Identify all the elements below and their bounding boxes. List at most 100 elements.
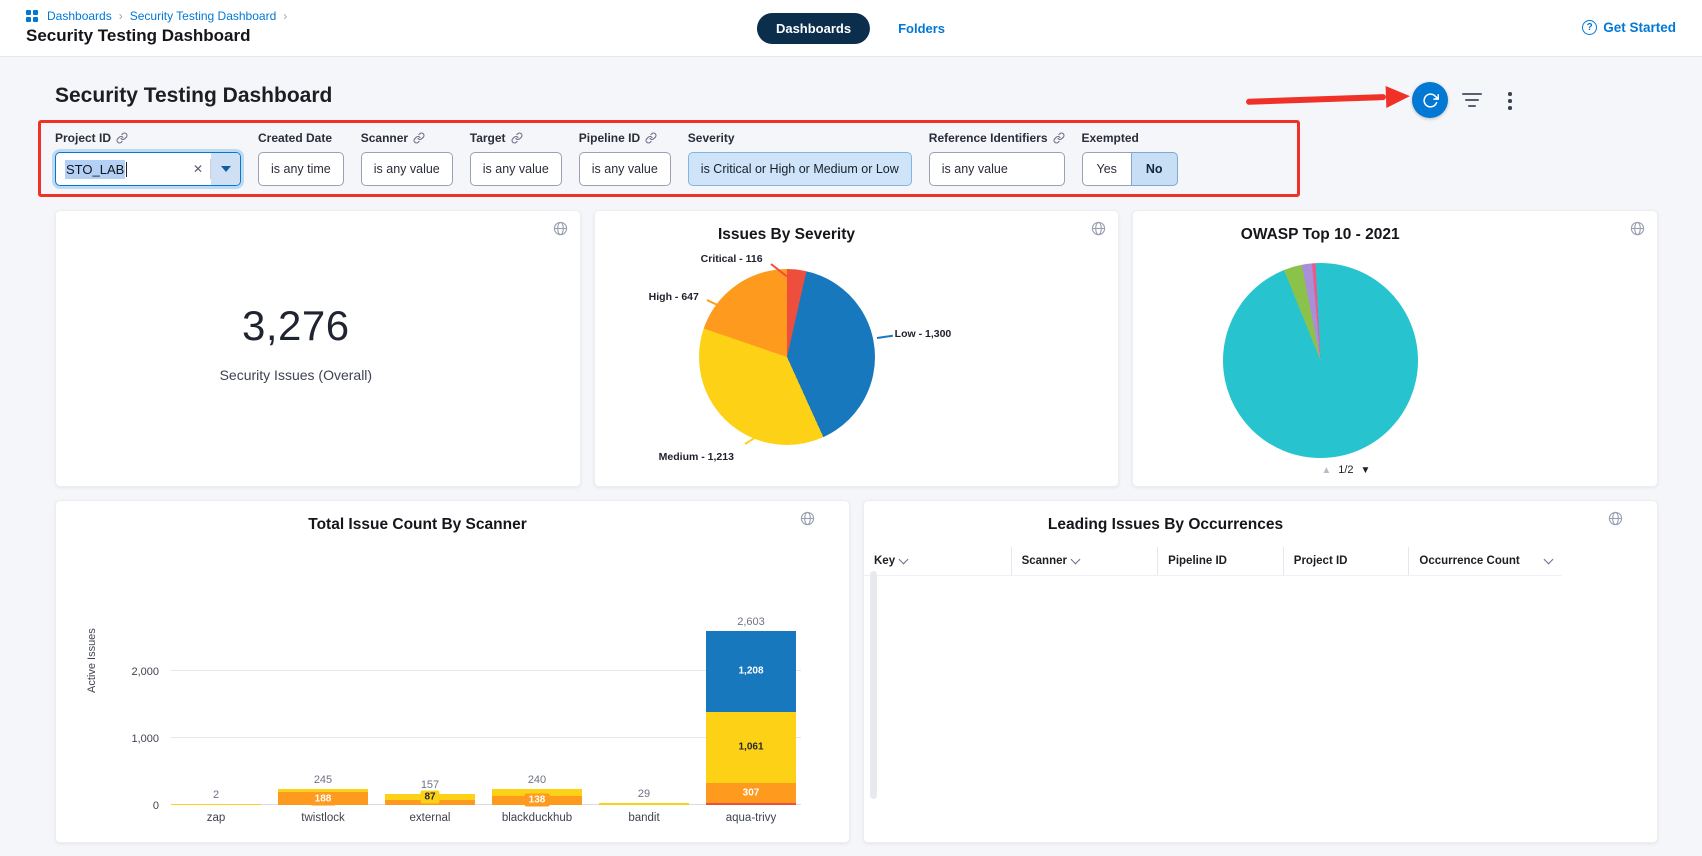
page-title: Security Testing Dashboard <box>55 84 332 108</box>
exempted-no-button[interactable]: No <box>1131 152 1178 186</box>
bar-stack <box>171 804 261 805</box>
project-id-value[interactable]: STO_LAB <box>56 160 186 179</box>
link-icon <box>116 132 128 144</box>
y-tick-label: 2,000 <box>131 666 159 678</box>
link-icon <box>511 132 523 144</box>
bar-twistlock[interactable]: 245188twistlock <box>278 774 368 805</box>
bar-segment-high[interactable]: 307 <box>706 783 796 804</box>
clear-icon[interactable]: ✕ <box>186 162 210 176</box>
owasp-pie-chart[interactable] <box>1223 263 1418 458</box>
globe-icon[interactable] <box>1630 221 1645 241</box>
tab-folders[interactable]: Folders <box>898 21 945 36</box>
filter-label-text: Reference Identifiers <box>929 131 1048 145</box>
bar-external[interactable]: 15787external <box>385 779 475 805</box>
tab-dashboards[interactable]: Dashboards <box>757 13 870 44</box>
bar-chart[interactable]: 2zap245188twistlock15787external240138bl… <box>171 563 801 805</box>
bar-blackduckhub[interactable]: 240138blackduckhub <box>492 774 582 805</box>
bar-segment-medium[interactable] <box>599 803 689 805</box>
scanner-filter-button[interactable]: is any value <box>361 152 453 186</box>
bar-segment-medium[interactable]: 1,061 <box>706 712 796 783</box>
target-filter-button[interactable]: is any value <box>470 152 562 186</box>
project-id-combobox[interactable]: STO_LAB ✕ <box>55 152 241 186</box>
column-header-key[interactable]: Key <box>864 547 1011 575</box>
globe-icon[interactable] <box>553 221 568 241</box>
filter-label-text: Scanner <box>361 131 408 145</box>
x-axis-label: external <box>410 812 451 824</box>
globe-icon[interactable] <box>800 511 815 531</box>
breadcrumb-link-dashboards[interactable]: Dashboards <box>47 9 112 23</box>
breadcrumb-separator: › <box>119 9 123 23</box>
more-options-button[interactable] <box>1506 90 1514 112</box>
column-header-pipeline-id[interactable]: Pipeline ID <box>1157 547 1283 575</box>
bar-stack <box>599 803 689 805</box>
bar-total-label: 29 <box>638 788 650 800</box>
severity-filter-button[interactable]: is Critical or High or Medium or Low <box>688 152 912 186</box>
bar-total-label: 245 <box>314 774 332 786</box>
pipeline-id-filter-button[interactable]: is any value <box>579 152 671 186</box>
column-label: Occurrence Count <box>1419 555 1519 567</box>
get-started-link[interactable]: ? Get Started <box>1582 20 1676 35</box>
filter-label-created-date: Created Date <box>258 131 344 145</box>
refresh-button[interactable] <box>1412 82 1448 118</box>
x-axis-label: zap <box>207 812 226 824</box>
bar-segment-high[interactable]: 138 <box>492 796 582 805</box>
severity-pie-chart[interactable] <box>699 269 875 445</box>
breadcrumb-separator: › <box>283 9 287 23</box>
column-label: Pipeline ID <box>1168 555 1227 567</box>
table-scrollbar[interactable] <box>870 571 877 799</box>
column-label: Key <box>874 555 895 567</box>
sort-chevron-icon <box>899 554 909 564</box>
table-title: Leading Issues By Occurrences <box>864 516 1657 534</box>
bar-aqua-trivy[interactable]: 2,6033071,0611,208aqua-trivy <box>706 616 796 805</box>
bar-zap[interactable]: 2zap <box>171 789 261 805</box>
card-security-issues-overall: 3,276 Security Issues (Overall) <box>55 210 581 487</box>
overall-tile-content: 3,276 Security Issues (Overall) <box>56 205 580 480</box>
y-tick-label: 0 <box>153 800 159 812</box>
bar-segment-critical[interactable] <box>706 803 796 805</box>
filter-target: Target is any value <box>470 131 562 186</box>
filter-severity: Severity is Critical or High or Medium o… <box>688 131 912 186</box>
overall-issue-count: 3,276 <box>242 302 350 350</box>
pagination-up-icon[interactable]: ▲ <box>1321 465 1331 476</box>
filter-created-date: Created Date is any time <box>258 131 344 186</box>
exempted-toggle: Yes No <box>1082 152 1178 186</box>
filter-label-scanner: Scanner <box>361 131 453 145</box>
filter-lines-button[interactable] <box>1462 92 1482 113</box>
tabs: Dashboards Folders <box>757 13 945 44</box>
card-total-issue-count-by-scanner: Total Issue Count By Scanner Active Issu… <box>55 500 850 843</box>
filter-label-text: Exempted <box>1082 131 1139 145</box>
dashboard-row-2: Total Issue Count By Scanner Active Issu… <box>55 500 1658 843</box>
caret-down-button[interactable] <box>211 153 240 185</box>
globe-icon[interactable] <box>1091 221 1106 241</box>
column-label: Project ID <box>1294 555 1348 567</box>
x-axis-label: twistlock <box>301 812 344 824</box>
bar-bandit[interactable]: 29bandit <box>599 788 689 805</box>
bar-segment-label: 188 <box>311 792 336 805</box>
breadcrumb-link-current[interactable]: Security Testing Dashboard <box>130 9 277 23</box>
filter-reference-identifiers: Reference Identifiers is any value <box>929 131 1065 186</box>
bar-stack: 87 <box>385 794 475 805</box>
breadcrumb: Dashboards › Security Testing Dashboard … <box>26 9 287 23</box>
bar-segment-high[interactable]: 188 <box>278 792 368 805</box>
x-axis-label: blackduckhub <box>502 812 572 824</box>
table-header-row: Key Scanner Pipeline ID Project ID Occur… <box>864 547 1562 576</box>
created-date-filter-button[interactable]: is any time <box>258 152 344 186</box>
filter-label-pipeline-id: Pipeline ID <box>579 131 671 145</box>
globe-icon[interactable] <box>1608 511 1623 531</box>
column-header-scanner[interactable]: Scanner <box>1011 547 1158 575</box>
exempted-yes-button[interactable]: Yes <box>1082 152 1132 186</box>
pie-label-line <box>877 335 893 339</box>
link-icon <box>413 132 425 144</box>
filter-label-exempted: Exempted <box>1082 131 1178 145</box>
column-header-occurrence-count[interactable]: Occurrence Count <box>1408 547 1562 575</box>
bar-stack: 3071,0611,208 <box>706 631 796 805</box>
bar-segment-medium[interactable] <box>171 804 261 805</box>
pagination-down-icon[interactable]: ▼ <box>1361 465 1371 476</box>
chart-title: OWASP Top 10 - 2021 <box>1133 226 1657 244</box>
reference-identifiers-filter-button[interactable]: is any value <box>929 152 1065 186</box>
filter-project-id: Project ID STO_LAB ✕ <box>55 131 241 186</box>
column-header-project-id[interactable]: Project ID <box>1283 547 1409 575</box>
bar-segment-medium[interactable]: 87 <box>385 794 475 800</box>
filter-bar: Project ID STO_LAB ✕ Created Date is any… <box>55 131 1178 186</box>
bar-segment-low[interactable]: 1,208 <box>706 631 796 712</box>
